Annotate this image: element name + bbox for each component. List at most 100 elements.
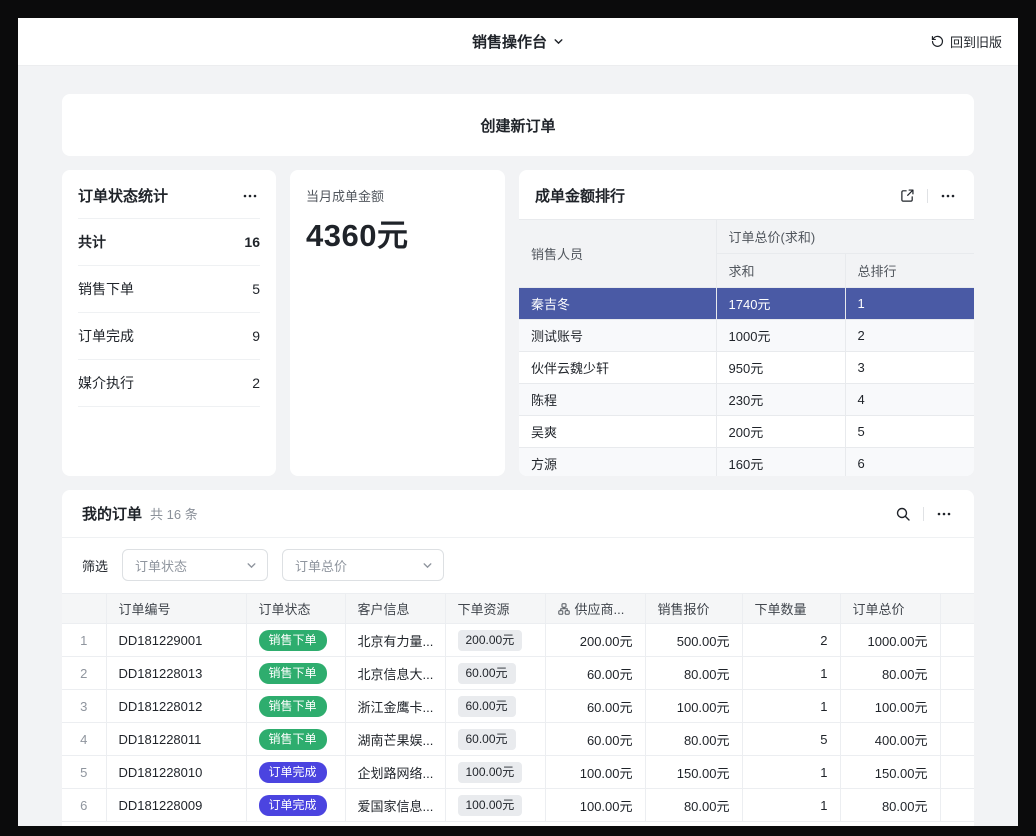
chevron-down-icon <box>553 36 564 47</box>
ranking-row[interactable]: 吴爽 200元 5 <box>519 416 974 448</box>
cell-order-no: DD181228012 <box>106 690 246 723</box>
ranking-row[interactable]: 伙伴云魏少轩 950元 3 <box>519 352 974 384</box>
orders-count: 共 16 条 <box>150 504 198 523</box>
create-order-button[interactable]: 创建新订单 <box>62 94 974 156</box>
status-label: 媒介执行 <box>78 373 134 393</box>
monthly-amount-card: 当月成单金额 4360元 <box>290 170 505 476</box>
cell-qty: 5 <box>742 723 840 756</box>
cell-rank: 4 <box>845 384 974 416</box>
more-icon[interactable] <box>240 186 260 206</box>
supplier-relation-icon <box>558 603 570 615</box>
resource-pill: 200.00元 <box>458 630 523 651</box>
cell-status: 订单完成 <box>246 756 345 789</box>
ranking-card-title: 成单金额排行 <box>535 185 625 206</box>
status-badge: 销售下单 <box>259 729 327 750</box>
row-index: 3 <box>62 690 106 723</box>
chevron-down-icon <box>422 560 433 571</box>
cell-customer: 北京信息大... <box>345 657 445 690</box>
col-supplier[interactable]: 供应商... <box>545 594 645 624</box>
col-sum: 求和 <box>716 254 845 288</box>
cell-salesperson: 秦吉冬 <box>519 288 716 320</box>
back-to-old-label: 回到旧版 <box>950 32 1002 51</box>
cell-trailing <box>940 723 974 756</box>
export-icon[interactable] <box>897 186 917 206</box>
ranking-row[interactable]: 测试账号 1000元 2 <box>519 320 974 352</box>
cell-total: 100.00元 <box>840 690 940 723</box>
cell-customer: 北京有力量... <box>345 624 445 657</box>
divider <box>927 189 928 203</box>
order-row[interactable]: 6 DD181228009 订单完成 爱国家信息... 100.00元 100.… <box>62 789 974 822</box>
cell-total: 1000.00元 <box>840 624 940 657</box>
cell-customer: 浙江金鹰卡... <box>345 690 445 723</box>
ranking-row[interactable]: 陈程 230元 4 <box>519 384 974 416</box>
status-card-title: 订单状态统计 <box>78 185 168 206</box>
ranking-row[interactable]: 秦吉冬 1740元 1 <box>519 288 974 320</box>
col-total-group: 订单总价(求和) <box>716 220 974 254</box>
order-total-filter[interactable]: 订单总价 <box>282 549 444 581</box>
cell-quote: 80.00元 <box>645 657 742 690</box>
col-supplier-label: 供应商... <box>575 599 625 618</box>
order-row[interactable]: 1 DD181229001 销售下单 北京有力量... 200.00元 200.… <box>62 624 974 657</box>
status-value: 16 <box>244 234 260 250</box>
cell-sum: 200元 <box>716 416 845 448</box>
orders-title: 我的订单 <box>82 503 142 524</box>
col-qty[interactable]: 下单数量 <box>742 594 840 624</box>
order-total-filter-placeholder: 订单总价 <box>295 556 347 575</box>
row-index: 5 <box>62 756 106 789</box>
cell-salesperson: 陈程 <box>519 384 716 416</box>
cell-trailing <box>940 756 974 789</box>
status-value: 2 <box>252 375 260 391</box>
ranking-row[interactable]: 方源 160元 6 <box>519 448 974 477</box>
more-icon[interactable] <box>938 186 958 206</box>
more-icon[interactable] <box>934 504 954 524</box>
status-row[interactable]: 媒介执行 2 <box>78 360 260 407</box>
cell-status: 销售下单 <box>246 624 345 657</box>
col-status[interactable]: 订单状态 <box>246 594 345 624</box>
cell-qty: 1 <box>742 756 840 789</box>
cell-status: 销售下单 <box>246 690 345 723</box>
cell-total: 80.00元 <box>840 789 940 822</box>
cell-trailing <box>940 624 974 657</box>
order-row[interactable]: 5 DD181228010 订单完成 企划路网络... 100.00元 100.… <box>62 756 974 789</box>
cell-supplier: 60.00元 <box>545 690 645 723</box>
cell-order-no: DD181228013 <box>106 657 246 690</box>
col-resource[interactable]: 下单资源 <box>445 594 545 624</box>
order-row[interactable]: 4 DD181228011 销售下单 湖南芒果娱... 60.00元 60.00… <box>62 723 974 756</box>
col-order-no[interactable]: 订单编号 <box>106 594 246 624</box>
col-quote[interactable]: 销售报价 <box>645 594 742 624</box>
resource-pill: 60.00元 <box>458 696 516 717</box>
ranking-table: 销售人员 订单总价(求和) 求和 总排行 秦吉冬 1 <box>519 219 974 476</box>
workspace-switcher[interactable]: 销售操作台 <box>472 31 564 52</box>
cell-sum: 1000元 <box>716 320 845 352</box>
order-row[interactable]: 2 DD181228013 销售下单 北京信息大... 60.00元 60.00… <box>62 657 974 690</box>
search-icon[interactable] <box>893 504 913 524</box>
cell-rank: 5 <box>845 416 974 448</box>
ranking-table-body: 秦吉冬 1740元 1 测试账号 1000元 2 <box>519 288 974 477</box>
app-page: 销售操作台 回到旧版 创建新订单 订单状态统计 <box>18 18 1018 826</box>
cell-trailing <box>940 690 974 723</box>
cell-qty: 1 <box>742 789 840 822</box>
cell-resource: 60.00元 <box>445 657 545 690</box>
status-label: 共计 <box>78 232 106 252</box>
col-total[interactable]: 订单总价 <box>840 594 940 624</box>
cell-rank: 6 <box>845 448 974 477</box>
order-status-filter[interactable]: 订单状态 <box>122 549 268 581</box>
cell-quote: 150.00元 <box>645 756 742 789</box>
cell-status: 销售下单 <box>246 657 345 690</box>
status-row[interactable]: 共计 16 <box>78 219 260 266</box>
cell-customer: 湖南芒果娱... <box>345 723 445 756</box>
orders-table-header-row: 订单编号 订单状态 客户信息 下单资源 供应商... <box>62 594 974 624</box>
status-row[interactable]: 订单完成 9 <box>78 313 260 360</box>
status-badge: 销售下单 <box>259 663 327 684</box>
cell-quote: 100.00元 <box>645 690 742 723</box>
status-row[interactable]: 销售下单 5 <box>78 266 260 313</box>
order-row[interactable]: 3 DD181228012 销售下单 浙江金鹰卡... 60.00元 60.00… <box>62 690 974 723</box>
back-to-old-version-button[interactable]: 回到旧版 <box>930 18 1002 65</box>
cell-qty: 1 <box>742 657 840 690</box>
cell-order-no: DD181228009 <box>106 789 246 822</box>
resource-pill: 100.00元 <box>458 762 523 783</box>
col-index <box>62 594 106 624</box>
col-customer[interactable]: 客户信息 <box>345 594 445 624</box>
cell-sum: 950元 <box>716 352 845 384</box>
page-title: 销售操作台 <box>472 31 547 52</box>
